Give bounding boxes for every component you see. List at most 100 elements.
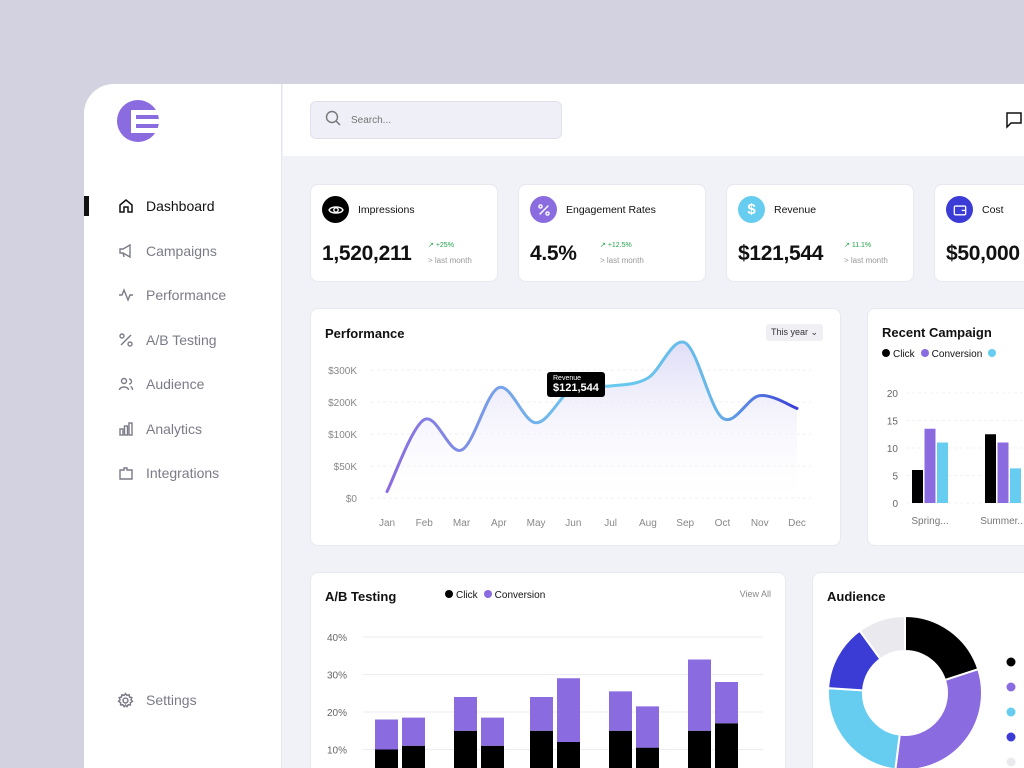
sidebar-item-performance[interactable]: Performance [84,273,282,318]
stat-value: 1,520,211 [322,242,412,265]
sidebar-item-dashboard[interactable]: Dashboard [84,184,282,229]
bar-click[interactable] [715,723,738,768]
top-bar [283,84,1024,156]
bar-click[interactable] [481,745,504,768]
bar-conversion[interactable] [715,682,738,724]
settings-label: Settings [146,692,197,709]
bar-conversion[interactable] [557,678,580,742]
y-tick-label: $200K [328,398,357,409]
performance-card: Performance This year ⌄ $0 $50K $100K $2… [310,308,841,546]
app-logo[interactable] [117,100,163,146]
dollar-icon: $ [738,196,765,223]
legend-dot [1006,757,1016,767]
bar-click[interactable] [609,730,632,768]
y-tick-label: 5 [892,472,898,483]
eye-icon [322,196,349,223]
stat-card-cost[interactable]: Cost $50,000 [934,184,1024,282]
trend-up-icon: ↗ [428,242,434,249]
bar[interactable] [924,428,936,503]
legend-dot [1006,707,1016,717]
x-tick-label: Spring... [911,516,948,527]
sidebar-item-ab-testing[interactable]: A/B Testing [84,318,282,363]
sidebar-item-campaigns[interactable]: Campaigns [84,229,282,274]
trend-up-icon: ↗ [600,242,606,249]
message-icon[interactable] [1005,111,1023,134]
stat-change: ↗ +12.5% [600,242,632,249]
bar-click[interactable] [530,730,553,768]
bar-conversion[interactable] [375,719,398,750]
stat-card-engagement[interactable]: Engagement Rates 4.5% ↗ +12.5% > last mo… [518,184,706,282]
audience-card: Audience [812,572,1024,768]
sidebar-item-label: Integrations [146,465,220,482]
y-tick-label: $0 [346,494,358,505]
bar-click[interactable] [636,747,659,768]
bar[interactable] [997,442,1009,504]
bar[interactable] [1010,468,1021,503]
performance-area [387,341,797,498]
ab-testing-chart: 0%10%20%30%40% [327,633,763,768]
x-tick-label: Jan [379,518,395,529]
bar-conversion[interactable] [402,717,425,746]
y-tick-label: 15 [887,417,899,428]
bar-click[interactable] [375,749,398,768]
y-tick-label: $50K [334,462,358,473]
x-tick-label: Oct [715,518,731,529]
chart-tooltip: Revenue $121,544 [547,372,605,397]
sidebar-item-label: Campaigns [146,242,217,259]
ab-testing-card: A/B Testing Click Conversion View All 0%… [310,572,786,768]
percent-icon [530,196,557,223]
bar-conversion[interactable] [636,706,659,748]
app-window: Dashboard Campaigns Performance A/B Test… [84,84,1024,768]
bar-chart-icon [117,420,134,437]
stat-subtext: > last month [428,256,472,265]
bar-conversion[interactable] [530,697,553,731]
x-tick-label: Summer... [980,516,1024,527]
bar-click[interactable] [402,745,425,768]
sidebar: Dashboard Campaigns Performance A/B Test… [84,84,282,768]
sidebar-item-settings[interactable]: Settings [84,678,282,723]
bar-click[interactable] [688,730,711,768]
stat-value: 4.5% [530,242,577,265]
sidebar-item-label: Analytics [146,420,203,437]
sidebar-item-label: Dashboard [146,198,215,215]
search-input[interactable] [351,114,531,126]
sidebar-item-analytics[interactable]: Analytics [84,407,282,452]
wallet-icon [946,196,973,223]
donut-slice[interactable] [904,614,980,682]
bar-conversion[interactable] [481,717,504,746]
trend-up-icon: ↗ [844,242,850,249]
x-tick-label: Mar [453,518,471,529]
bar-conversion[interactable] [688,659,711,731]
sidebar-item-audience[interactable]: Audience [84,362,282,407]
stat-card-impressions[interactable]: Impressions 1,520,211 ↗ +25% > last mont… [310,184,498,282]
activity-icon [117,287,134,304]
stat-value: $50,000 [946,242,1020,265]
x-tick-label: Sep [676,518,694,529]
donut-slice[interactable] [894,667,983,768]
bar[interactable] [937,442,948,504]
donut-slice[interactable] [827,687,901,768]
bar-conversion[interactable] [454,697,477,731]
y-tick-label: 30% [327,671,347,682]
x-tick-label: Jun [565,518,581,529]
stat-title: Engagement Rates [566,204,656,216]
sidebar-nav: Dashboard Campaigns Performance A/B Test… [84,184,282,496]
y-tick-label: 10 [887,444,899,455]
x-tick-label: Dec [788,518,806,529]
bar[interactable] [912,470,923,503]
stat-card-revenue[interactable]: $ Revenue $121,544 ↗ 11.1% > last month [726,184,914,282]
users-icon [117,376,134,393]
search-box[interactable] [310,101,562,139]
y-tick-label: 40% [327,633,347,644]
bar[interactable] [985,434,996,503]
bar-conversion[interactable] [609,691,632,731]
audience-chart [827,614,1016,768]
sidebar-item-integrations[interactable]: Integrations [84,451,282,496]
legend-dot [1006,682,1016,692]
bar-click[interactable] [557,742,580,768]
stat-change: ↗ 11.1% [844,242,872,249]
bar-click[interactable] [454,730,477,768]
performance-chart: $0 $50K $100K $200K $300K Jan Feb Mar Apr May Jun J… [328,340,811,529]
y-tick-label: 10% [327,746,347,757]
stat-title: Cost [982,204,1004,216]
